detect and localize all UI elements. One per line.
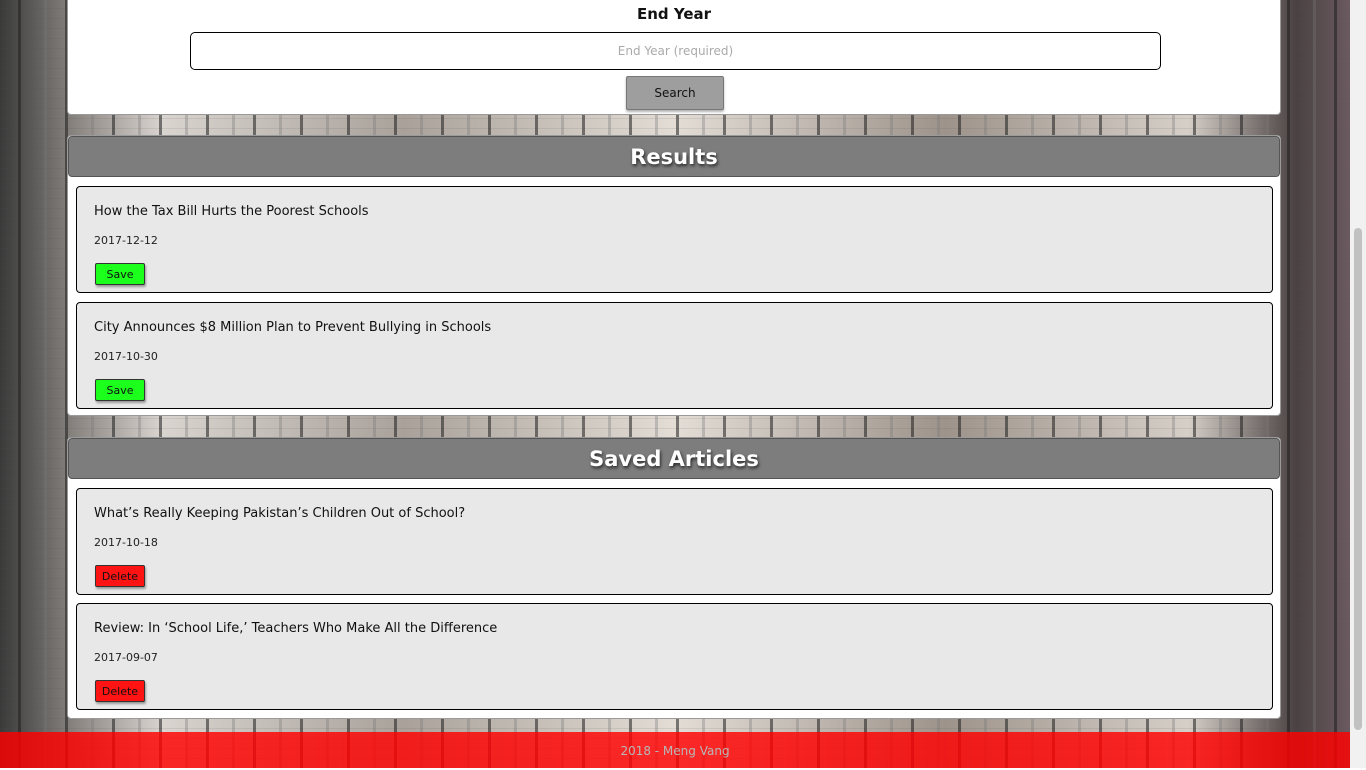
delete-button[interactable]: Delete bbox=[95, 565, 145, 587]
search-button[interactable]: Search bbox=[626, 76, 724, 110]
save-button[interactable]: Save bbox=[95, 379, 145, 401]
article-title[interactable]: What’s Really Keeping Pakistan’s Childre… bbox=[94, 506, 465, 521]
article-title[interactable]: How the Tax Bill Hurts the Poorest Schoo… bbox=[94, 204, 369, 219]
footer: 2018 - Meng Vang bbox=[0, 732, 1350, 768]
delete-button[interactable]: Delete bbox=[95, 680, 145, 702]
end-year-input[interactable] bbox=[190, 32, 1161, 70]
end-year-label: End Year bbox=[636, 5, 712, 23]
saved-articles-heading: Saved Articles bbox=[68, 438, 1280, 479]
search-panel: End Year Search bbox=[67, 0, 1281, 115]
saved-article: Review: In ‘School Life,’ Teachers Who M… bbox=[76, 603, 1273, 710]
result-article: How the Tax Bill Hurts the Poorest Schoo… bbox=[76, 186, 1273, 293]
saved-article: What’s Really Keeping Pakistan’s Childre… bbox=[76, 488, 1273, 595]
vertical-scrollbar[interactable] bbox=[1350, 0, 1366, 768]
article-date: 2017-10-30 bbox=[94, 350, 158, 363]
article-date: 2017-12-12 bbox=[94, 234, 158, 247]
saved-articles-panel: Saved Articles What’s Really Keeping Pak… bbox=[67, 437, 1281, 719]
article-title[interactable]: City Announces $8 Million Plan to Preven… bbox=[94, 320, 491, 335]
save-button[interactable]: Save bbox=[95, 263, 145, 285]
scrollbar-thumb[interactable] bbox=[1354, 228, 1362, 730]
results-heading: Results bbox=[68, 136, 1280, 177]
article-date: 2017-09-07 bbox=[94, 651, 158, 664]
footer-text: 2018 - Meng Vang bbox=[620, 744, 730, 758]
results-panel: Results How the Tax Bill Hurts the Poore… bbox=[67, 135, 1281, 416]
article-date: 2017-10-18 bbox=[94, 536, 158, 549]
result-article: City Announces $8 Million Plan to Preven… bbox=[76, 302, 1273, 409]
article-title[interactable]: Review: In ‘School Life,’ Teachers Who M… bbox=[94, 621, 497, 636]
